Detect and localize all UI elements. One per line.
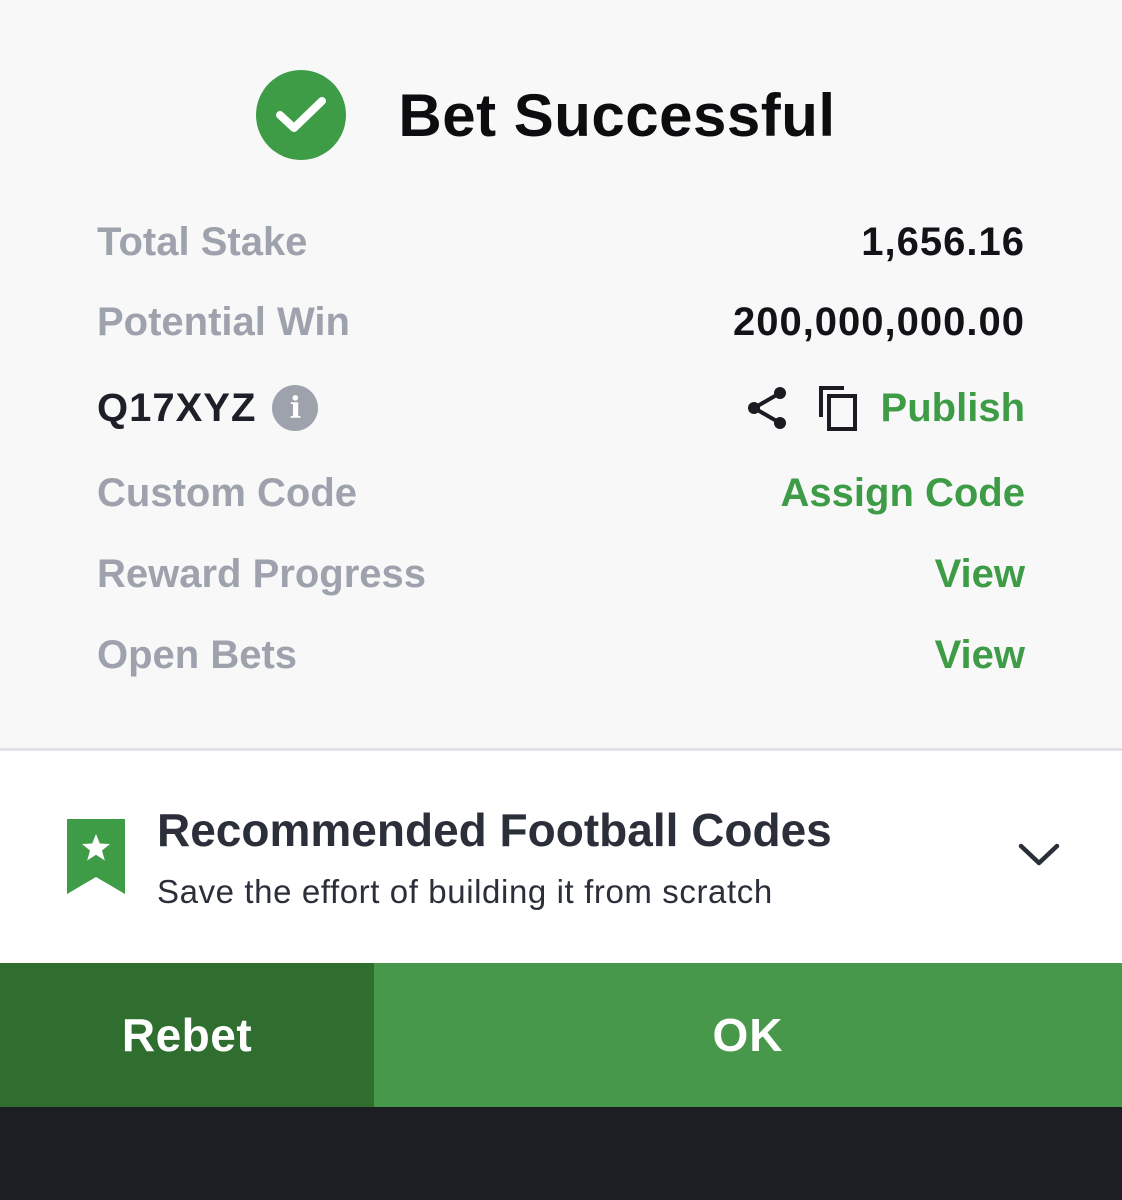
total-stake-value: 1,656.16	[861, 219, 1025, 264]
page-title: Bet Successful	[398, 81, 836, 149]
open-bets-row: Open Bets View	[97, 625, 1025, 685]
chevron-down-icon[interactable]	[1016, 839, 1062, 869]
total-stake-row: Total Stake 1,656.16	[97, 212, 1025, 272]
rebet-button[interactable]: Rebet	[0, 963, 374, 1107]
reward-progress-label: Reward Progress	[97, 551, 427, 596]
copy-icon[interactable]	[817, 384, 859, 432]
info-icon[interactable]: i	[272, 385, 319, 431]
share-icon[interactable]	[745, 385, 789, 431]
bookmark-star-icon	[67, 819, 125, 894]
bet-success-card: Bet Successful Total Stake 1,656.16 Pote…	[0, 0, 1122, 750]
success-header: Bet Successful	[0, 70, 1122, 160]
reward-progress-row: Reward Progress View	[97, 544, 1025, 604]
recommended-subtitle: Save the effort of building it from scra…	[157, 873, 773, 910]
action-bar: Rebet OK	[0, 963, 1122, 1107]
open-bets-label: Open Bets	[97, 632, 298, 677]
booking-code: Q17XYZ	[97, 385, 257, 430]
custom-code-label: Custom Code	[97, 470, 357, 515]
booking-code-actions: Publish	[745, 384, 1025, 432]
check-circle-icon	[256, 70, 347, 160]
potential-win-label: Potential Win	[97, 299, 350, 344]
bottom-bar	[0, 1107, 1122, 1200]
custom-code-row: Custom Code Assign Code	[97, 463, 1025, 523]
recommended-title: Recommended Football Codes	[157, 804, 832, 856]
total-stake-label: Total Stake	[97, 219, 308, 264]
ok-button[interactable]: OK	[374, 963, 1122, 1107]
open-bets-view-link[interactable]: View	[935, 633, 1025, 678]
publish-link[interactable]: Publish	[881, 386, 1025, 431]
potential-win-value: 200,000,000.00	[732, 299, 1025, 344]
booking-code-group: Q17XYZ i	[97, 385, 319, 431]
reward-progress-view-link[interactable]: View	[935, 552, 1025, 597]
potential-win-row: Potential Win 200,000,000.00	[97, 292, 1025, 352]
assign-code-link[interactable]: Assign Code	[781, 471, 1025, 516]
recommended-codes-section[interactable]: Recommended Football Codes Save the effo…	[0, 751, 1122, 963]
booking-code-row: Q17XYZ i Publish	[97, 378, 1025, 438]
